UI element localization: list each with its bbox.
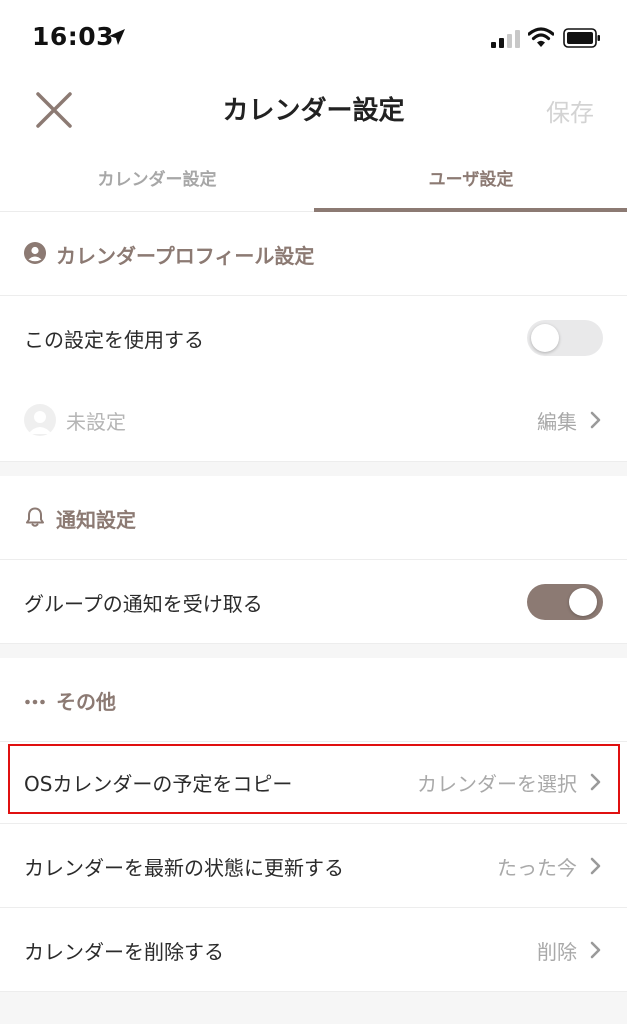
last-updated-value: たった今: [497, 856, 577, 880]
row-refresh-calendar[interactable]: カレンダーを最新の状態に更新する たった今: [0, 824, 627, 908]
section-header-other: その他: [0, 658, 627, 742]
tab-bar: カレンダー設定 ユーザ設定: [0, 152, 627, 212]
section-header-profile: カレンダープロフィール設定: [0, 212, 627, 296]
user-circle-icon: [24, 242, 46, 264]
wifi-icon: [528, 27, 554, 47]
row-label-use-setting: この設定を使用する: [24, 328, 204, 352]
bell-icon: [26, 507, 44, 527]
chevron-right-icon: [590, 941, 601, 959]
use-setting-toggle[interactable]: [527, 320, 603, 356]
row-label-delete-calendar: カレンダーを削除する: [24, 940, 224, 964]
chevron-right-icon: [590, 773, 601, 791]
tab-calendar-settings[interactable]: カレンダー設定: [0, 152, 314, 212]
battery-icon: [563, 28, 600, 48]
section-title-notification: 通知設定: [56, 508, 136, 532]
row-group-notification: グループの通知を受け取る: [0, 560, 627, 644]
chevron-right-icon: [590, 857, 601, 875]
row-label-refresh-calendar: カレンダーを最新の状態に更新する: [24, 856, 344, 880]
row-label-copy-os-calendar: OSカレンダーの予定をコピー: [24, 772, 293, 796]
section-title-other: その他: [56, 690, 116, 714]
bottom-gap: [0, 992, 627, 1024]
row-profile-edit[interactable]: 未設定 編集: [0, 378, 627, 462]
chevron-right-icon: [590, 411, 601, 429]
select-calendar-link[interactable]: カレンダーを選択: [417, 768, 577, 797]
save-button[interactable]: 保存: [546, 93, 594, 128]
toggle-knob: [531, 324, 559, 352]
edit-link[interactable]: 編集: [537, 406, 577, 435]
row-use-setting: この設定を使用する: [0, 296, 627, 380]
row-label-group-notification: グループの通知を受け取る: [24, 592, 263, 616]
section-header-notification: 通知設定: [0, 476, 627, 560]
location-arrow-icon: [109, 29, 125, 45]
delete-link[interactable]: 削除: [537, 936, 577, 965]
avatar-placeholder-icon: [28, 411, 52, 434]
ellipsis-icon: [25, 699, 45, 705]
section-gap: [0, 462, 627, 476]
status-bar: 16:03: [0, 0, 627, 76]
cellular-signal-icon: [491, 30, 520, 48]
toggle-knob: [569, 588, 597, 616]
group-notification-toggle[interactable]: [527, 584, 603, 620]
avatar: [24, 404, 56, 436]
status-time: 16:03: [32, 22, 115, 51]
section-gap: [0, 644, 627, 658]
row-copy-os-calendar[interactable]: OSカレンダーの予定をコピー カレンダーを選択: [0, 740, 627, 824]
tab-user-settings[interactable]: ユーザ設定: [314, 152, 627, 212]
page-title: カレンダー設定: [222, 96, 405, 126]
section-title-profile: カレンダープロフィール設定: [56, 244, 315, 268]
row-delete-calendar[interactable]: カレンダーを削除する 削除: [0, 908, 627, 992]
profile-name: 未設定: [66, 410, 126, 434]
